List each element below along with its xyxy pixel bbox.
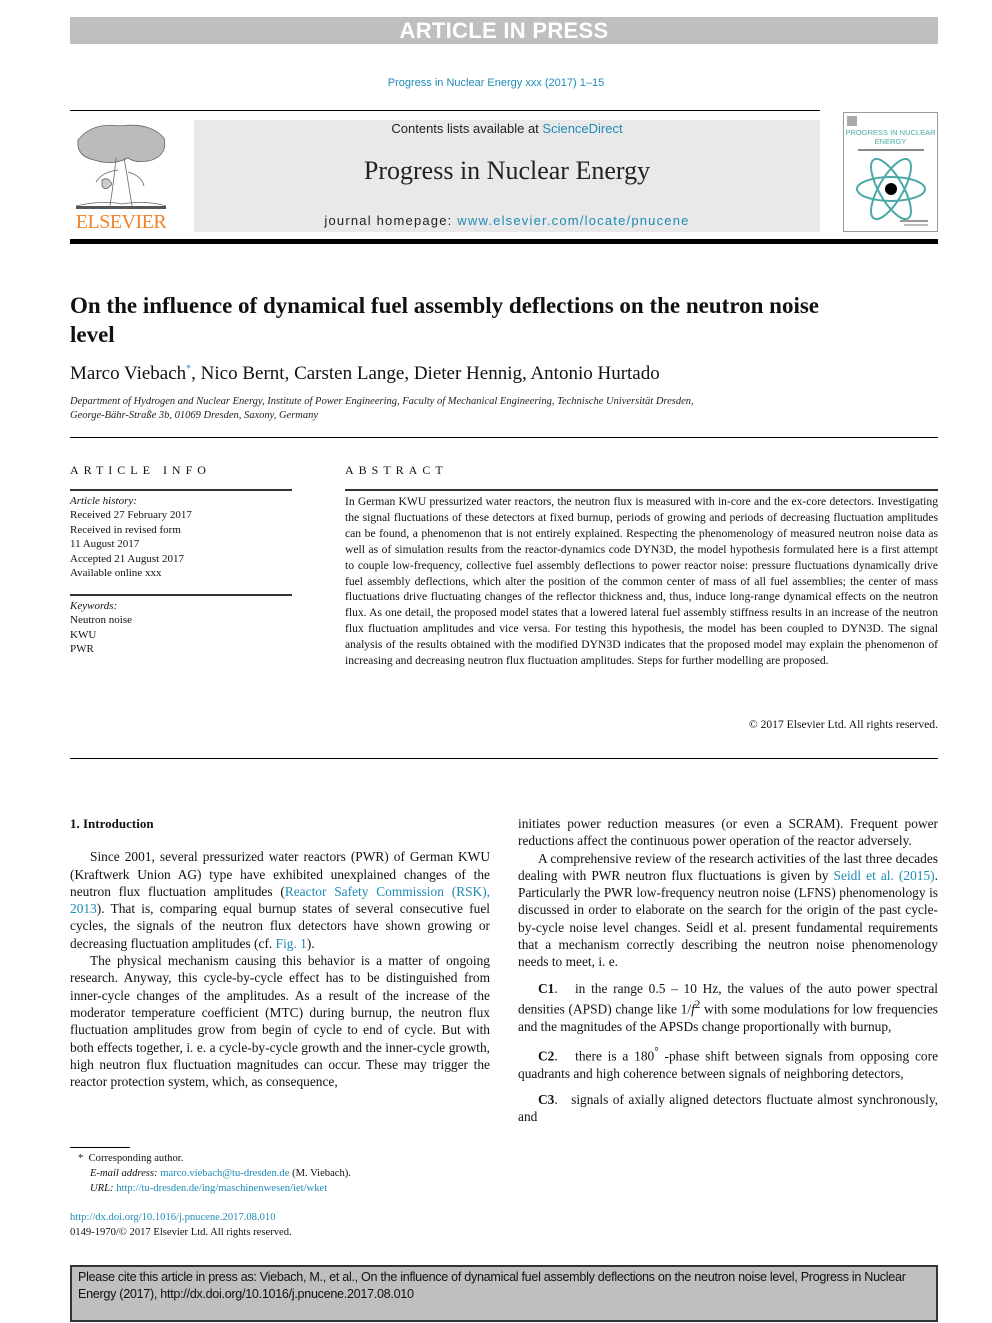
affiliation-line: Department of Hydrogen and Nuclear Energ… — [70, 396, 694, 407]
author-name: Carsten Lange — [294, 363, 405, 384]
abstract-copyright: © 2017 Elsevier Ltd. All rights reserved… — [748, 718, 938, 731]
cover-title: PROGRESS IN NUCLEAR ENERGY — [845, 128, 936, 146]
text-run: signals of axially aligned detectors flu… — [518, 1092, 938, 1125]
author-name: Nico Bernt — [200, 363, 285, 384]
homepage-prefix: journal homepage: — [324, 213, 458, 228]
journal-homepage-link[interactable]: www.elsevier.com/locate/pnucene — [457, 213, 689, 228]
email-suffix: (M. Viebach). — [289, 1168, 351, 1179]
keywords: Keywords: Neutron noise KWU PWR — [70, 599, 292, 657]
title-block-rule — [70, 437, 938, 438]
journal-title: Progress in Nuclear Energy — [363, 156, 651, 185]
keyword: PWR — [70, 643, 94, 656]
criterion-c1: C1. in the range 0.5 – 10 Hz, the values… — [518, 980, 939, 1034]
affiliation-line: George-Bähr-Straße 3b, 01069 Dresden, Sa… — [70, 410, 319, 421]
footnote-url: URL: http://tu-dresden.de/ing/maschinenw… — [70, 1181, 490, 1196]
text-run: there is a 180 — [575, 1048, 655, 1064]
elsevier-tree-icon — [75, 124, 167, 209]
journal-header-box: Contents lists available at ScienceDirec… — [194, 120, 820, 232]
abstract-heading: ABSTRACT — [345, 463, 448, 477]
contents-prefix: Contents lists available at — [391, 121, 543, 136]
elsevier-logo[interactable]: ELSEVIER — [70, 118, 172, 234]
reference-link-seidl[interactable]: Seidl et al. (2015) — [834, 868, 935, 883]
elsevier-wordmark: ELSEVIER — [75, 211, 167, 233]
contents-available-line: Contents lists available at ScienceDirec… — [194, 121, 820, 136]
cover-publisher-icon — [900, 220, 928, 226]
journal-cover-thumbnail[interactable]: PROGRESS IN NUCLEAR ENERGY — [843, 112, 938, 232]
criterion-label: C3 — [538, 1092, 555, 1108]
author-separator: , — [404, 363, 414, 384]
url-label: URL: — [90, 1183, 114, 1194]
history-item: 11 August 2017 — [70, 538, 140, 551]
keyword: KWU — [70, 628, 97, 641]
author-name: Dieter Hennig — [413, 363, 522, 384]
keywords-label: Keywords: — [70, 600, 118, 612]
author-name: Antonio Hurtado — [530, 363, 660, 384]
history-item: Received 27 February 2017 — [70, 509, 192, 522]
atom-icon — [856, 157, 926, 221]
criterion-c2: C2. there is a 180° -phase shift between… — [518, 1046, 939, 1081]
figure-link-fig1[interactable]: Fig. 1 — [276, 936, 307, 951]
history-item: Received in revised form — [70, 523, 181, 536]
article-info-heading: ARTICLE INFO — [70, 463, 211, 477]
author-name: Marco Viebach — [70, 363, 187, 384]
footnote-email: E-mail address: marco.viebach@tu-dresden… — [70, 1166, 490, 1181]
cite-this-article-box: Please cite this article in press as: Vi… — [70, 1265, 938, 1322]
journal-citation-link[interactable]: Progress in Nuclear Energy xxx (2017) 1–… — [0, 77, 992, 89]
affiliation: Department of Hydrogen and Nuclear Energ… — [70, 395, 930, 423]
body-column-left: 1. Introduction Since 2001, several pres… — [70, 815, 490, 1090]
journal-homepage-line: journal homepage: www.elsevier.com/locat… — [194, 213, 820, 228]
footnotes: * Corresponding author. E-mail address: … — [70, 1151, 490, 1196]
article-history: Article history: Received 27 February 20… — [70, 494, 292, 580]
author-list: Marco Viebach*, Nico Bernt, Carsten Lang… — [70, 363, 930, 385]
article-title: On the influence of dynamical fuel assem… — [70, 293, 820, 347]
abstract-bottom-rule — [70, 758, 938, 759]
body-paragraph: A comprehensive review of the research a… — [518, 850, 938, 971]
abstract-rule — [345, 489, 938, 491]
sciencedirect-link[interactable]: ScienceDirect — [542, 121, 622, 136]
article-history-label: Article history: — [70, 495, 137, 507]
body-paragraph: initiates power reduction measures (or e… — [518, 816, 938, 849]
cover-publisher-mark-icon — [847, 116, 857, 126]
footnote-corresponding: * Corresponding author. — [70, 1151, 490, 1166]
keyword: Neutron noise — [70, 614, 133, 627]
doi-block: http://dx.doi.org/10.1016/j.pnucene.2017… — [70, 1210, 490, 1240]
criterion-label: C1 — [538, 980, 555, 996]
doi-link[interactable]: http://dx.doi.org/10.1016/j.pnucene.2017… — [70, 1212, 276, 1223]
footnote-rule — [70, 1147, 130, 1148]
author-separator: , — [191, 363, 201, 384]
body-paragraph: The physical mechanism causing this beha… — [70, 953, 490, 1090]
email-label: E-mail address: — [90, 1168, 158, 1179]
header-bottom-rule — [70, 239, 938, 244]
section-heading-introduction: 1. Introduction — [70, 816, 154, 831]
article-in-press-banner: ARTICLE IN PRESS — [70, 17, 938, 44]
keywords-rule — [70, 594, 292, 596]
url-link[interactable]: http://tu-dresden.de/ing/maschinenwesen/… — [116, 1183, 327, 1194]
history-item: Available online xxx — [70, 567, 162, 580]
body-paragraph: Since 2001, several pressurized water re… — [70, 848, 490, 952]
article-info-rule — [70, 489, 292, 491]
text-run: ). — [306, 935, 315, 951]
author-separator: , — [284, 363, 295, 384]
cover-subtitle-bar — [858, 149, 924, 151]
text-run: . Particularly the PWR low-frequency neu… — [518, 867, 938, 970]
history-item: Accepted 21 August 2017 — [70, 552, 184, 565]
criterion-c3: C3. signals of axially aligned detectors… — [518, 1092, 938, 1125]
footnote-mark: * — [78, 1153, 84, 1164]
header-top-rule — [70, 110, 820, 111]
criterion-label: C2 — [538, 1048, 555, 1064]
email-link[interactable]: marco.viebach@tu-dresden.de — [160, 1168, 289, 1179]
footnote-text: Corresponding author. — [88, 1153, 184, 1164]
issn-copyright: 0149-1970/© 2017 Elsevier Ltd. All right… — [70, 1227, 292, 1238]
abstract-text: In German KWU pressurized water reactors… — [345, 495, 938, 668]
body-column-right: initiates power reduction measures (or e… — [518, 815, 938, 1126]
